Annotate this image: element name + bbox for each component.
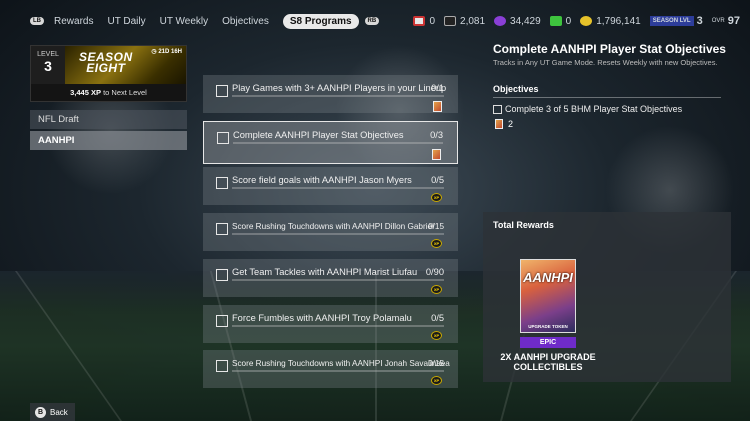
lb-button-hint[interactable]: LB <box>30 17 44 25</box>
objective-checkbox <box>216 85 228 97</box>
rarity-badge: EPIC <box>520 337 576 348</box>
progress-bar <box>232 233 444 235</box>
objectives-header: Objectives <box>493 84 539 94</box>
sidebar-item-aanhpi[interactable]: AANHPI <box>30 131 187 150</box>
sidebar-item-nfl-draft[interactable]: NFL Draft <box>30 110 187 129</box>
objective-checkbox <box>216 315 228 327</box>
objective-text: Play Games with 3+ AANHPI Players in you… <box>232 83 447 93</box>
objective-progress: 0/3 <box>430 130 443 140</box>
level-box: LEVEL 3 <box>31 46 65 84</box>
tokens-icon <box>444 16 457 26</box>
season-level-value: 3 <box>696 15 703 27</box>
divider <box>493 97 721 98</box>
objective-progress: 0/15 <box>428 359 444 368</box>
season-title: SEASON EIGHT <box>79 50 133 75</box>
sub-objective-checkbox <box>493 105 502 114</box>
objective-text: Score Rushing Touchdowns with AANHPI Jon… <box>232 359 450 368</box>
card-subtitle: UPGRADE TOKEN <box>528 324 568 329</box>
currency-4-value: 0 <box>565 15 572 27</box>
xp-reward-icon: XP <box>431 376 442 385</box>
objective-row[interactable]: Play Games with 3+ AANHPI Players in you… <box>203 75 458 113</box>
currency-1-value: 0 <box>429 15 436 27</box>
objective-checkbox <box>216 269 228 281</box>
back-label: Back <box>50 407 68 417</box>
objective-text: Score field goals with AANHPI Jason Myer… <box>232 175 412 185</box>
xp-reward-icon: XP <box>431 193 442 202</box>
season-level-card[interactable]: LEVEL 3 SEASON EIGHT ◷ 21D 16H 3,445 XP … <box>30 45 187 102</box>
progress-bar <box>232 95 444 97</box>
xp-to-next-level: 3,445 XP to Next Level <box>70 88 147 97</box>
objective-checkbox <box>216 177 228 189</box>
objective-text: Get Team Tackles with AANHPI Marist Liuf… <box>232 267 418 277</box>
pack-reward-icon <box>432 149 441 160</box>
objective-text: Force Fumbles with AANHPI Troy Polamalu <box>232 313 412 323</box>
training-icon <box>413 16 426 26</box>
objective-progress: 0/5 <box>431 313 444 323</box>
sub-objective-text: Complete 3 of 5 BHM Player Stat Objectiv… <box>505 104 683 114</box>
progress-bar <box>232 187 444 189</box>
detail-title: Complete AANHPI Player Stat Objectives <box>493 42 726 56</box>
objective-row[interactable]: Score Rushing Touchdowns with AANHPI Jon… <box>203 350 458 388</box>
progress-bar <box>233 142 443 144</box>
currency-bar: 0 2,081 34,429 0 1,796,141 SEASON LVL 3 O… <box>404 10 740 32</box>
back-button[interactable]: B Back <box>30 403 75 421</box>
objective-checkbox <box>216 223 228 235</box>
objective-row[interactable]: Force Fumbles with AANHPI Troy Polamalu … <box>203 305 458 343</box>
xp-reward-icon: XP <box>431 331 442 340</box>
objective-progress: 0/90 <box>425 267 444 277</box>
tab-rewards[interactable]: Rewards <box>54 16 93 27</box>
xp-reward-icon: XP <box>431 239 442 248</box>
objective-progress: 0/15 <box>428 222 444 231</box>
rewards-header: Total Rewards <box>493 220 554 230</box>
objective-checkbox <box>216 360 228 372</box>
objective-progress: 0/5 <box>431 175 444 185</box>
sub-reward-count: 2 <box>508 119 514 129</box>
xp-reward-icon: XP <box>431 285 442 294</box>
tab-objectives[interactable]: Objectives <box>222 16 269 27</box>
objective-row[interactable]: Score field goals with AANHPI Jason Myer… <box>203 167 458 205</box>
season-timer: ◷ 21D 16H <box>151 49 182 55</box>
reward-card[interactable]: AANHPI UPGRADE TOKEN <box>520 259 576 333</box>
points-icon <box>494 16 507 26</box>
tab-s8-programs[interactable]: S8 Programs <box>282 13 359 29</box>
b-button-icon: B <box>35 406 46 418</box>
detail-subtitle: Tracks in Any UT Game Mode. Resets Weekl… <box>493 58 718 67</box>
pack-reward-icon <box>495 119 503 129</box>
objective-text: Complete AANHPI Player Stat Objectives <box>233 130 404 140</box>
tab-ut-daily[interactable]: UT Daily <box>107 16 145 27</box>
objective-row[interactable]: Get Team Tackles with AANHPI Marist Liuf… <box>203 259 458 297</box>
ovr-label: OVR <box>711 18 725 24</box>
gems-icon <box>549 16 562 26</box>
tab-ut-weekly[interactable]: UT Weekly <box>160 16 209 27</box>
objective-progress: 0/1 <box>431 83 444 93</box>
rb-button-hint[interactable]: RB <box>364 17 380 25</box>
total-rewards-panel: Total Rewards AANHPI UPGRADE TOKEN EPIC … <box>483 212 731 382</box>
coins-value: 1,796,141 <box>596 15 641 27</box>
progress-bar <box>232 279 444 281</box>
objective-text: Score Rushing Touchdowns with AANHPI Dil… <box>232 222 434 231</box>
currency-2-value: 2,081 <box>460 15 486 27</box>
level-value: 3 <box>44 58 52 74</box>
currency-3-value: 34,429 <box>510 15 541 27</box>
card-title: AANHPI <box>523 270 573 285</box>
reward-name: 2X AANHPI UPGRADE COLLECTIBLES <box>500 352 596 372</box>
objective-row[interactable]: Score Rushing Touchdowns with AANHPI Dil… <box>203 213 458 251</box>
season-level-label: SEASON LVL <box>649 16 694 26</box>
progress-bar <box>232 370 444 372</box>
coins-icon <box>580 16 593 26</box>
top-nav-bar: LB Rewards UT Daily UT Weekly Objectives… <box>30 10 740 32</box>
objective-row-selected[interactable]: Complete AANHPI Player Stat Objectives 0… <box>203 121 458 164</box>
ovr-value: 97 <box>727 15 740 27</box>
pack-reward-icon <box>433 101 442 112</box>
objective-checkbox <box>217 132 229 144</box>
progress-bar <box>232 325 444 327</box>
level-label: LEVEL <box>37 51 59 58</box>
